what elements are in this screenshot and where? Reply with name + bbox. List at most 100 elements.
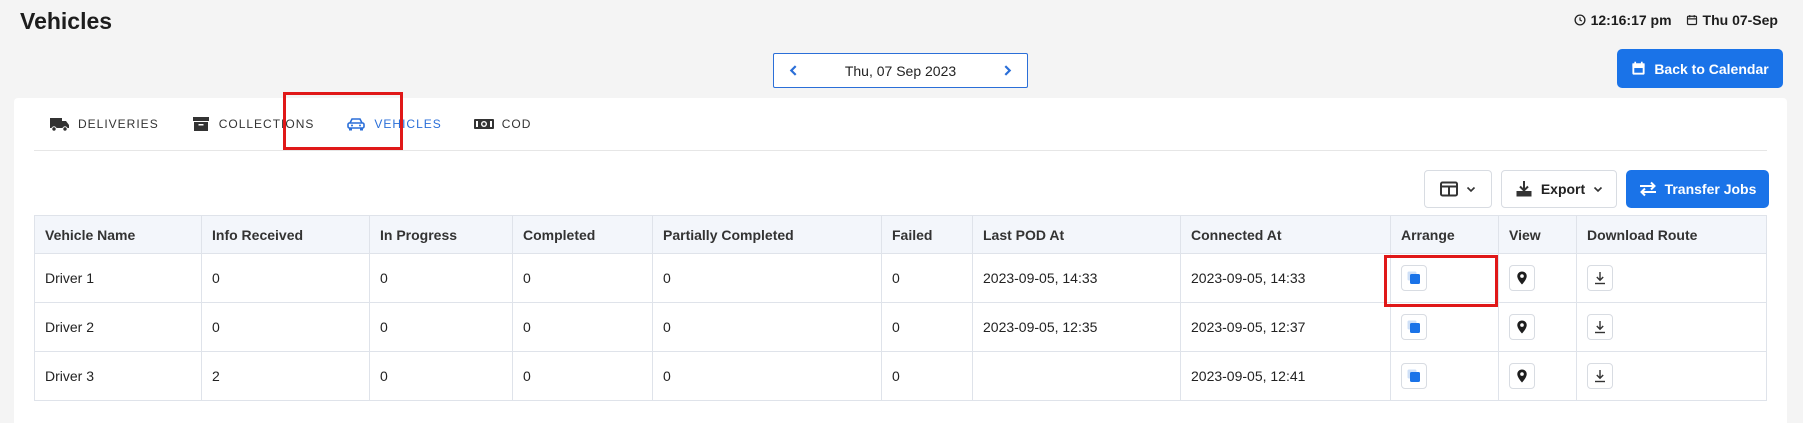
calendar-small-icon — [1686, 15, 1697, 26]
download-route-button[interactable] — [1587, 265, 1613, 291]
cell-download-route — [1576, 253, 1767, 303]
chevron-right-icon — [1004, 65, 1012, 76]
cell-info-received: 0 — [201, 253, 370, 303]
cell-vehicle-name: Driver 3 — [34, 351, 202, 401]
transfer-jobs-button[interactable]: Transfer Jobs — [1626, 170, 1769, 208]
cell-connected-at: 2023-09-05, 14:33 — [1180, 253, 1391, 303]
date-navigator: Thu, 07 Sep 2023 — [773, 53, 1028, 88]
tab-deliveries-label: DELIVERIES — [78, 117, 159, 131]
calendar-icon — [1632, 61, 1645, 75]
clock: 12:16:17 pm Thu 07-Sep — [1574, 12, 1778, 28]
tab-bar: DELIVERIES COLLECTIONS VEHICLES COD — [34, 98, 547, 150]
download-tray-icon — [1516, 181, 1532, 197]
tab-cod-label: COD — [501, 117, 532, 131]
table-row: Driver 2 0 0 0 0 0 2023-09-05, 12:35 202… — [34, 302, 1767, 352]
cell-failed: 0 — [881, 351, 973, 401]
time-display: 12:16:17 pm — [1574, 12, 1672, 28]
truck-icon — [50, 118, 69, 132]
cell-view — [1498, 351, 1577, 401]
cell-download-route — [1576, 351, 1767, 401]
col-failed[interactable]: Failed — [881, 215, 973, 254]
download-route-button[interactable] — [1587, 363, 1613, 389]
tab-cod[interactable]: COD — [458, 98, 548, 150]
export-button[interactable]: Export — [1501, 170, 1617, 208]
view-map-button[interactable] — [1509, 314, 1535, 340]
cell-arrange — [1390, 302, 1499, 352]
tab-collections-label: COLLECTIONS — [218, 117, 315, 131]
cell-partially-completed: 0 — [652, 253, 882, 303]
cell-failed: 0 — [881, 302, 973, 352]
vehicles-table: Vehicle Name Info Received In Progress C… — [34, 215, 1767, 401]
current-date-label[interactable]: Thu, 07 Sep 2023 — [845, 63, 956, 79]
clock-icon — [1574, 14, 1586, 26]
cell-completed: 0 — [512, 351, 653, 401]
map-pin-icon — [1517, 320, 1527, 334]
view-map-button[interactable] — [1509, 265, 1535, 291]
box-icon — [192, 117, 209, 131]
arrange-button[interactable] — [1401, 265, 1427, 291]
download-icon — [1595, 321, 1605, 334]
export-label: Export — [1540, 181, 1586, 197]
col-vehicle-name[interactable]: Vehicle Name — [34, 215, 202, 254]
back-to-calendar-label: Back to Calendar — [1654, 60, 1769, 77]
col-view: View — [1498, 215, 1577, 254]
view-map-button[interactable] — [1509, 363, 1535, 389]
next-date-button[interactable] — [1002, 65, 1013, 76]
column-toggle-button[interactable] — [1424, 170, 1492, 208]
tab-vehicles[interactable]: VEHICLES — [330, 98, 457, 150]
cash-icon — [473, 119, 494, 129]
arrange-icon — [1407, 271, 1420, 284]
cell-view — [1498, 253, 1577, 303]
cell-download-route — [1576, 302, 1767, 352]
tab-deliveries[interactable]: DELIVERIES — [34, 98, 175, 150]
col-last-pod-at[interactable]: Last POD At — [972, 215, 1181, 254]
cell-view — [1498, 302, 1577, 352]
transfer-jobs-label: Transfer Jobs — [1664, 181, 1757, 197]
col-info-received[interactable]: Info Received — [201, 215, 370, 254]
col-arrange: Arrange — [1390, 215, 1499, 254]
col-in-progress[interactable]: In Progress — [369, 215, 513, 254]
cell-last-pod-at: 2023-09-05, 12:35 — [972, 302, 1181, 352]
cell-failed: 0 — [881, 253, 973, 303]
table-row: Driver 1 0 0 0 0 0 2023-09-05, 14:33 202… — [34, 253, 1767, 303]
main-card: DELIVERIES COLLECTIONS VEHICLES COD Expo… — [14, 98, 1787, 423]
transfer-icon — [1639, 181, 1656, 197]
cell-partially-completed: 0 — [652, 351, 882, 401]
page-title: Vehicles — [20, 8, 113, 34]
tab-vehicles-label: VEHICLES — [374, 117, 442, 131]
col-connected-at[interactable]: Connected At — [1180, 215, 1391, 254]
arrange-icon — [1407, 369, 1420, 382]
cell-completed: 0 — [512, 253, 653, 303]
time-text: 12:16:17 pm — [1590, 12, 1672, 28]
cell-connected-at: 2023-09-05, 12:41 — [1180, 351, 1391, 401]
chevron-down-icon — [1466, 186, 1476, 193]
cell-in-progress: 0 — [369, 302, 513, 352]
cell-completed: 0 — [512, 302, 653, 352]
table-row: Driver 3 2 0 0 0 0 2023-09-05, 12:41 — [34, 351, 1767, 401]
cell-arrange — [1390, 253, 1499, 303]
map-pin-icon — [1517, 369, 1527, 383]
cell-connected-at: 2023-09-05, 12:37 — [1180, 302, 1391, 352]
back-to-calendar-button[interactable]: Back to Calendar — [1617, 49, 1783, 88]
map-pin-icon — [1517, 271, 1527, 285]
download-route-button[interactable] — [1587, 314, 1613, 340]
col-download-route: Download Route — [1576, 215, 1767, 254]
table-header-row: Vehicle Name Info Received In Progress C… — [34, 215, 1767, 254]
arrange-button[interactable] — [1401, 314, 1427, 340]
arrange-button[interactable] — [1401, 363, 1427, 389]
cell-vehicle-name: Driver 2 — [34, 302, 202, 352]
download-icon — [1595, 272, 1605, 285]
cell-last-pod-at — [972, 351, 1181, 401]
col-partially-completed[interactable]: Partially Completed — [652, 215, 882, 254]
tab-collections[interactable]: COLLECTIONS — [175, 98, 331, 150]
cell-in-progress: 0 — [369, 253, 513, 303]
col-completed[interactable]: Completed — [512, 215, 653, 254]
cell-last-pod-at: 2023-09-05, 14:33 — [972, 253, 1181, 303]
download-icon — [1595, 370, 1605, 383]
cell-vehicle-name: Driver 1 — [34, 253, 202, 303]
prev-date-button[interactable] — [788, 65, 799, 76]
car-icon — [347, 118, 366, 131]
cell-info-received: 2 — [201, 351, 370, 401]
arrange-icon — [1407, 320, 1420, 333]
date-display: Thu 07-Sep — [1686, 12, 1778, 28]
